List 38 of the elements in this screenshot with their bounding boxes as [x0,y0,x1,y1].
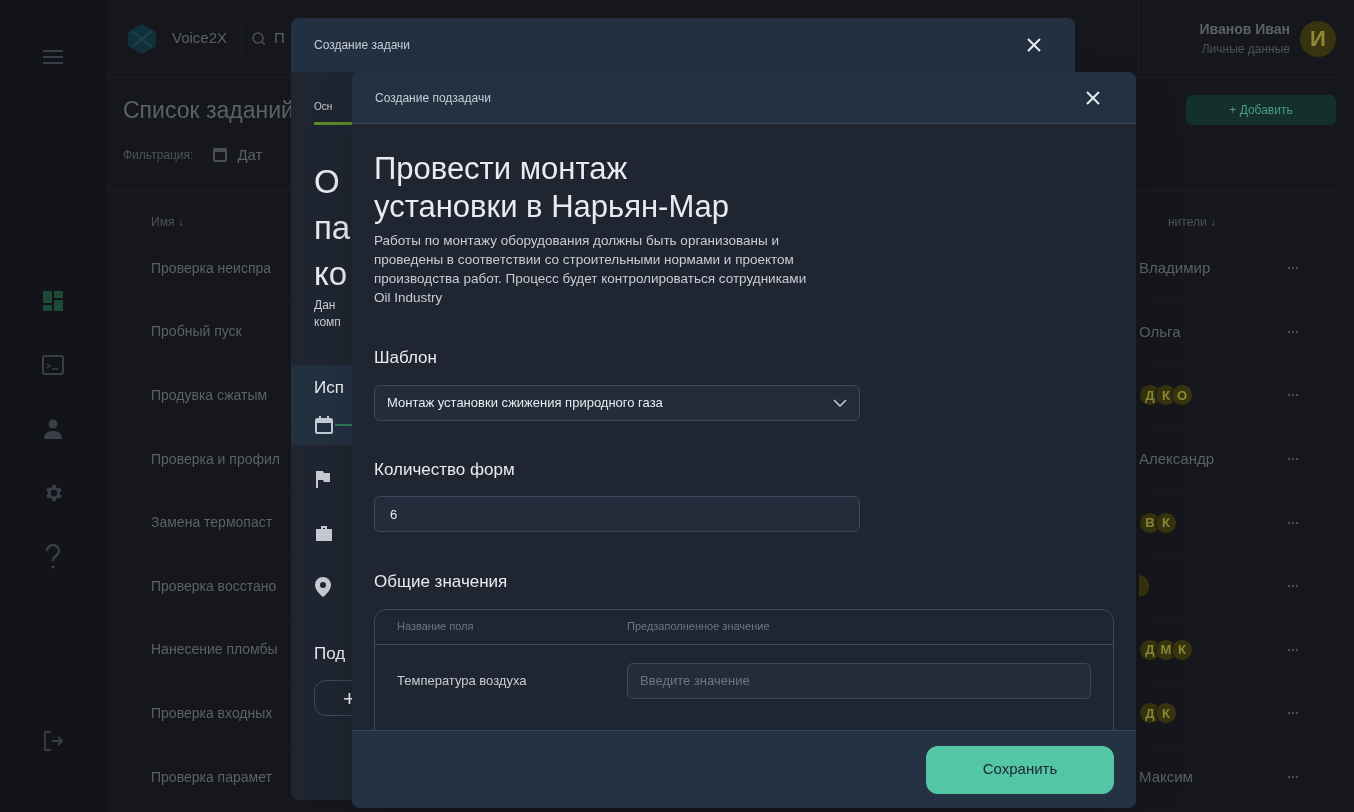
logo-text: Voice2X [172,28,228,49]
filter-label: Фильтрация: [123,146,194,164]
task-name: Проверка неиспра [151,258,272,278]
user-name: Иванов Иван [1199,20,1290,39]
column-header: Предзаполненное значение [627,619,770,635]
task-name: Пробный пуск [151,322,242,342]
assignee-name: Максим [1139,766,1193,787]
dialog-title: Создание задачи [314,37,410,54]
avatar: О [1171,384,1193,407]
task-description: комп [314,314,341,331]
task-name: Продувка сжатым [151,386,268,405]
task-name: Проверка и профил [151,449,280,469]
page-title: Список заданий [123,96,294,125]
assignee-name: Александр [1139,448,1215,469]
subtask-description: Работы по монтажу оборудования должны быть организованы и проведены в соответствии со строительными нормами и проектом производства работ. Процесс будет контролироваться сотрудниками Oil Industry [374,232,808,307]
subtasks-heading: Под [314,642,346,665]
template-label: Шаблон [374,347,438,369]
task-name: Нанесение пломбы [151,640,278,660]
task-heading: ко [314,254,348,294]
column-header: Название поля [397,619,475,635]
dialog-title: Создание подзадачи [375,89,491,107]
avatar: К [1155,702,1177,725]
form-count-label: Количество форм [374,458,516,481]
task-description: Дан [314,297,336,314]
task-name: Проверка входных [151,703,273,723]
subtask-heading: Провести монтаж установки в Нарьян-Мар [374,150,731,226]
assignee-name: Владимир [1139,258,1211,279]
task-name: Замена термопаст [151,513,273,533]
section-heading: Исп [314,378,344,397]
common-values-label: Общие значения [374,571,509,593]
avatar: К [1155,511,1177,534]
field-name: Температура воздуха [397,671,528,690]
assignee-name: Ольга [1139,321,1181,342]
task-name: Проверка восстано [151,576,277,596]
task-heading: О [314,162,340,202]
avatar: К [1171,638,1193,661]
task-heading: па [314,208,351,248]
task-name: Проверка парамет [151,767,272,787]
